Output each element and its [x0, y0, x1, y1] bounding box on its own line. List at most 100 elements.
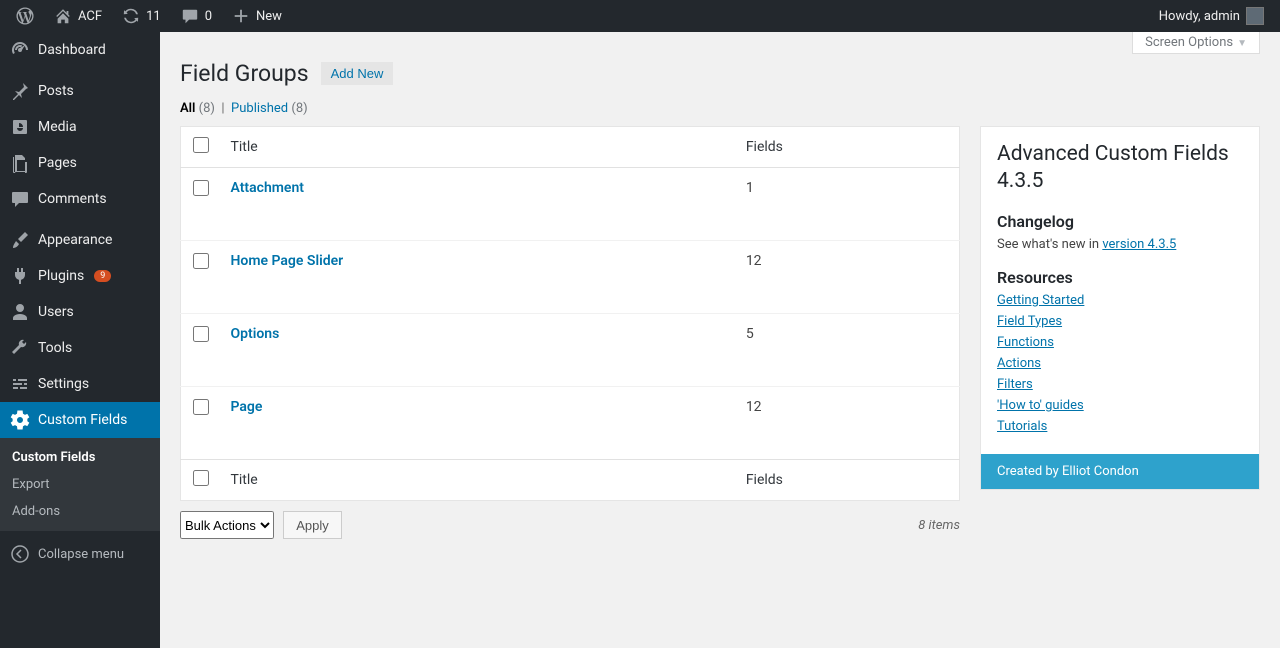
- home-icon: [54, 7, 72, 25]
- add-new-button[interactable]: Add New: [321, 62, 394, 85]
- menu-label: Settings: [38, 376, 89, 392]
- wp-logo[interactable]: [8, 0, 42, 32]
- resource-link[interactable]: Tutorials: [997, 419, 1047, 434]
- changelog-text: See what's new in version 4.3.5: [997, 237, 1243, 252]
- row-title-link[interactable]: Home Page Slider: [231, 253, 344, 269]
- menu-dashboard[interactable]: Dashboard: [0, 32, 160, 68]
- bulk-actions-select[interactable]: Bulk Actions: [180, 511, 274, 539]
- comment-icon: [10, 189, 30, 209]
- select-all-checkbox[interactable]: [193, 137, 209, 153]
- row-fields-count: 5: [736, 314, 960, 387]
- row-checkbox[interactable]: [193, 253, 209, 269]
- changelog-version-link[interactable]: version 4.3.5: [1102, 237, 1176, 252]
- plus-icon: [232, 7, 250, 25]
- acf-info-panel: Advanced Custom Fields 4.3.5 Changelog S…: [980, 126, 1260, 490]
- chevron-down-icon: ▼: [1237, 38, 1247, 49]
- plugin-icon: [10, 266, 30, 286]
- howdy-text: Howdy, admin: [1159, 9, 1240, 24]
- collapse-icon: [10, 544, 30, 564]
- menu-comments[interactable]: Comments: [0, 181, 160, 217]
- table-row: Attachment 1: [181, 168, 960, 241]
- row-title-link[interactable]: Options: [231, 326, 280, 342]
- col-fields[interactable]: Fields: [736, 127, 960, 168]
- resources-list: Getting Started Field Types Functions Ac…: [997, 293, 1243, 434]
- table-row: Page 12: [181, 387, 960, 460]
- user-menu[interactable]: Howdy, admin: [1151, 0, 1272, 32]
- menu-custom-fields[interactable]: Custom Fields: [0, 402, 160, 438]
- menu-posts[interactable]: Posts: [0, 73, 160, 109]
- comments-count: 0: [205, 9, 212, 24]
- menu-label: Media: [38, 119, 77, 135]
- resource-link[interactable]: Actions: [997, 356, 1041, 371]
- col-fields-foot[interactable]: Fields: [736, 460, 960, 501]
- update-icon: [122, 7, 140, 25]
- table-row: Home Page Slider 12: [181, 241, 960, 314]
- site-name: ACF: [78, 9, 102, 24]
- changelog-heading: Changelog: [997, 212, 1243, 231]
- menu-label: Users: [38, 304, 74, 320]
- resources-heading: Resources: [997, 268, 1243, 287]
- admin-bar: ACF 11 0 New Howdy, admin: [0, 0, 1280, 32]
- submenu-item-custom-fields[interactable]: Custom Fields: [0, 444, 160, 471]
- filter-published[interactable]: Published: [231, 101, 288, 116]
- content-area: Screen Options▼ Field Groups Add New All…: [160, 32, 1280, 648]
- new-content-link[interactable]: New: [224, 0, 290, 32]
- menu-label: Appearance: [38, 232, 112, 248]
- status-filters: All (8) | Published (8): [180, 101, 1260, 116]
- menu-label: Tools: [38, 340, 72, 356]
- resource-link[interactable]: 'How to' guides: [997, 398, 1084, 413]
- menu-label: Plugins: [38, 268, 84, 284]
- menu-appearance[interactable]: Appearance: [0, 222, 160, 258]
- screen-options-toggle[interactable]: Screen Options▼: [1132, 32, 1260, 54]
- media-icon: [10, 117, 30, 137]
- row-checkbox[interactable]: [193, 326, 209, 342]
- page-title: Field Groups: [180, 60, 309, 87]
- row-checkbox[interactable]: [193, 399, 209, 415]
- resource-link[interactable]: Functions: [997, 335, 1054, 350]
- col-title[interactable]: Title: [221, 127, 736, 168]
- updates-link[interactable]: 11: [114, 0, 169, 32]
- menu-users[interactable]: Users: [0, 294, 160, 330]
- pin-icon: [10, 81, 30, 101]
- panel-title: Advanced Custom Fields 4.3.5: [997, 141, 1243, 196]
- new-label: New: [256, 9, 282, 24]
- submenu-custom-fields: Custom Fields Export Add-ons: [0, 438, 160, 531]
- resource-link[interactable]: Filters: [997, 377, 1033, 392]
- row-title-link[interactable]: Page: [231, 399, 263, 415]
- row-fields-count: 12: [736, 241, 960, 314]
- sliders-icon: [10, 374, 30, 394]
- resource-link[interactable]: Field Types: [997, 314, 1062, 329]
- apply-button[interactable]: Apply: [283, 511, 342, 539]
- dashboard-icon: [10, 40, 30, 60]
- select-all-checkbox-foot[interactable]: [193, 470, 209, 486]
- user-icon: [10, 302, 30, 322]
- plugins-badge: 9: [94, 270, 111, 282]
- comments-link[interactable]: 0: [173, 0, 220, 32]
- resource-link[interactable]: Getting Started: [997, 293, 1084, 308]
- submenu-item-export[interactable]: Export: [0, 471, 160, 498]
- row-fields-count: 1: [736, 168, 960, 241]
- menu-tools[interactable]: Tools: [0, 330, 160, 366]
- admin-sidebar: Dashboard Posts Media Pages Comments App…: [0, 32, 160, 648]
- collapse-menu-button[interactable]: Collapse menu: [0, 536, 160, 572]
- row-fields-count: 12: [736, 387, 960, 460]
- col-title-foot[interactable]: Title: [221, 460, 736, 501]
- menu-label: Custom Fields: [38, 412, 127, 428]
- menu-plugins[interactable]: Plugins 9: [0, 258, 160, 294]
- table-row: Options 5: [181, 314, 960, 387]
- site-name-link[interactable]: ACF: [46, 0, 110, 32]
- row-checkbox[interactable]: [193, 180, 209, 196]
- menu-settings[interactable]: Settings: [0, 366, 160, 402]
- row-title-link[interactable]: Attachment: [231, 180, 305, 196]
- avatar: [1246, 7, 1264, 25]
- menu-pages[interactable]: Pages: [0, 145, 160, 181]
- filter-all[interactable]: All: [180, 101, 195, 116]
- wrench-icon: [10, 338, 30, 358]
- brush-icon: [10, 230, 30, 250]
- menu-media[interactable]: Media: [0, 109, 160, 145]
- menu-label: Posts: [38, 83, 74, 99]
- menu-label: Dashboard: [38, 42, 106, 58]
- panel-footer: Created by Elliot Condon: [981, 454, 1259, 489]
- submenu-item-addons[interactable]: Add-ons: [0, 498, 160, 525]
- menu-label: Pages: [38, 155, 77, 171]
